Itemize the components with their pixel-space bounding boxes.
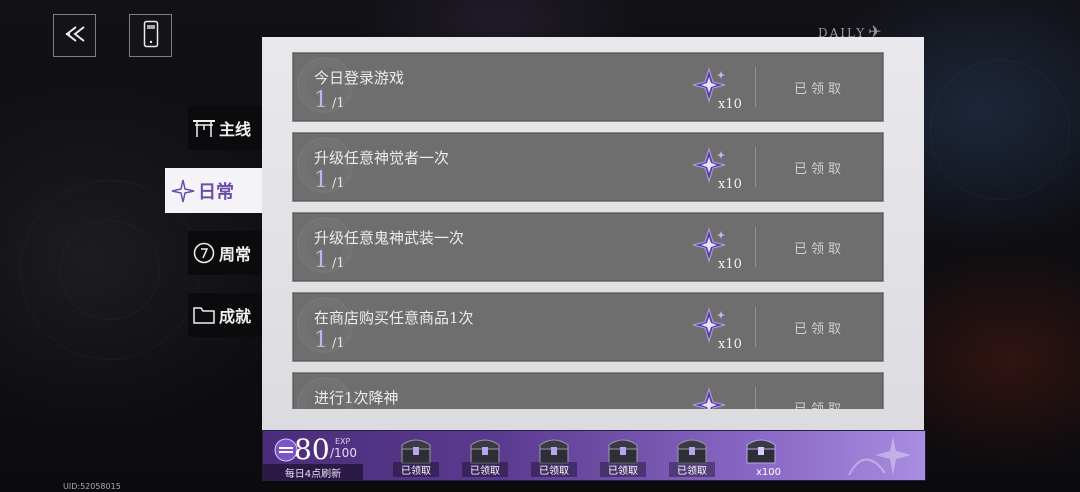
reward-chest-final[interactable]: x100: [738, 433, 784, 479]
progress-current: 1: [314, 328, 328, 353]
purple-star-crystal-icon: [691, 387, 727, 409]
tab-label: 周常: [219, 245, 252, 264]
gate-icon: [192, 116, 216, 140]
reward-chest[interactable]: 已领取: [600, 433, 646, 479]
reward-chest[interactable]: 已领取: [393, 433, 439, 479]
progress-total: /1: [332, 336, 345, 351]
tab-label: 成就: [219, 307, 252, 326]
folder-icon: [192, 303, 216, 327]
claimed-button[interactable]: 已领取: [756, 53, 883, 121]
task-progress: 1/1: [314, 168, 345, 193]
tab-achievement[interactable]: 成就: [188, 293, 262, 337]
progress-total: /1: [332, 256, 345, 271]
user-id: UID:52058015: [63, 482, 121, 491]
reward-chest[interactable]: 已领取: [531, 433, 577, 479]
tab-label: 主线: [219, 120, 252, 139]
tab-weekly[interactable]: 周常: [188, 231, 262, 275]
reward-quantity: x10: [718, 177, 742, 192]
reward-quantity: x10: [718, 257, 742, 272]
box-label: 已领取: [531, 462, 577, 477]
task-progress: 1/1: [314, 88, 345, 113]
progress-total: /1: [332, 96, 345, 111]
exp-value: 80: [294, 433, 330, 466]
seven-day-icon: [192, 241, 216, 265]
task-name: 在商店购买任意商品1次: [314, 309, 474, 327]
exp-progress-bar: 80 EXP /100 每日4点刷新 已领取 已领取 已领取 已领取 已领取 x…: [262, 430, 926, 481]
reward-quantity: x10: [718, 337, 742, 352]
task-row: 在商店购买任意商品1次 1/1 x10 已领取: [292, 292, 884, 362]
task-name: 进行1次降神: [314, 389, 399, 407]
sparkle-icon: [171, 179, 195, 203]
task-row: 今日登录游戏 1/1 x10 已领取: [292, 52, 884, 122]
box-label: 已领取: [600, 462, 646, 477]
back-button[interactable]: [53, 14, 96, 57]
claimed-button[interactable]: 已领取: [756, 133, 883, 201]
decorative-emblem: [845, 435, 915, 477]
phone-button[interactable]: [129, 14, 172, 57]
reward-chest[interactable]: 已领取: [669, 433, 715, 479]
task-row: 进行1次降神 已领取: [292, 372, 884, 409]
task-name: 今日登录游戏: [314, 69, 405, 87]
task-progress: 1/1: [314, 328, 345, 353]
treasure-chest-icon: [675, 435, 709, 465]
claimed-button[interactable]: 已领取: [756, 373, 883, 410]
tab-label: 日常: [198, 181, 234, 203]
task-row: 升级任意鬼神武装一次 1/1 x10 已领取: [292, 212, 884, 282]
refresh-note: 每日4点刷新: [263, 464, 363, 480]
treasure-chest-icon: [744, 435, 778, 465]
progress-total: /1: [332, 176, 345, 191]
claimed-button[interactable]: 已领取: [756, 293, 883, 361]
box-label: 已领取: [669, 462, 715, 477]
box-label: 已领取: [462, 462, 508, 477]
tab-daily[interactable]: 日常: [165, 168, 262, 213]
task-name: 升级任意鬼神武装一次: [314, 229, 465, 247]
exp-max: /100: [330, 446, 357, 460]
progress-current: 1: [314, 248, 328, 273]
task-list[interactable]: 今日登录游戏 1/1 x10 已领取 升级任意神觉者一次 1/1 x10 已领取…: [292, 52, 884, 409]
claimed-button[interactable]: 已领取: [756, 213, 883, 281]
progress-current: 1: [314, 88, 328, 113]
box-label: 已领取: [393, 462, 439, 477]
task-row: 升级任意神觉者一次 1/1 x10 已领取: [292, 132, 884, 202]
reward-quantity: x10: [718, 97, 742, 112]
tab-main-quest[interactable]: 主线: [188, 106, 262, 150]
treasure-chest-icon: [537, 435, 571, 465]
task-name: 升级任意神觉者一次: [314, 149, 450, 167]
treasure-chest-icon: [468, 435, 502, 465]
exp-label: EXP: [335, 437, 351, 446]
reward-chest[interactable]: 已领取: [462, 433, 508, 479]
treasure-chest-icon: [606, 435, 640, 465]
box-quantity: x100: [756, 467, 782, 478]
treasure-chest-icon: [399, 435, 433, 465]
collapse-arrow-icon: [62, 24, 88, 48]
phone-icon: [143, 20, 159, 52]
task-progress: 1/1: [314, 248, 345, 273]
progress-current: 1: [314, 168, 328, 193]
